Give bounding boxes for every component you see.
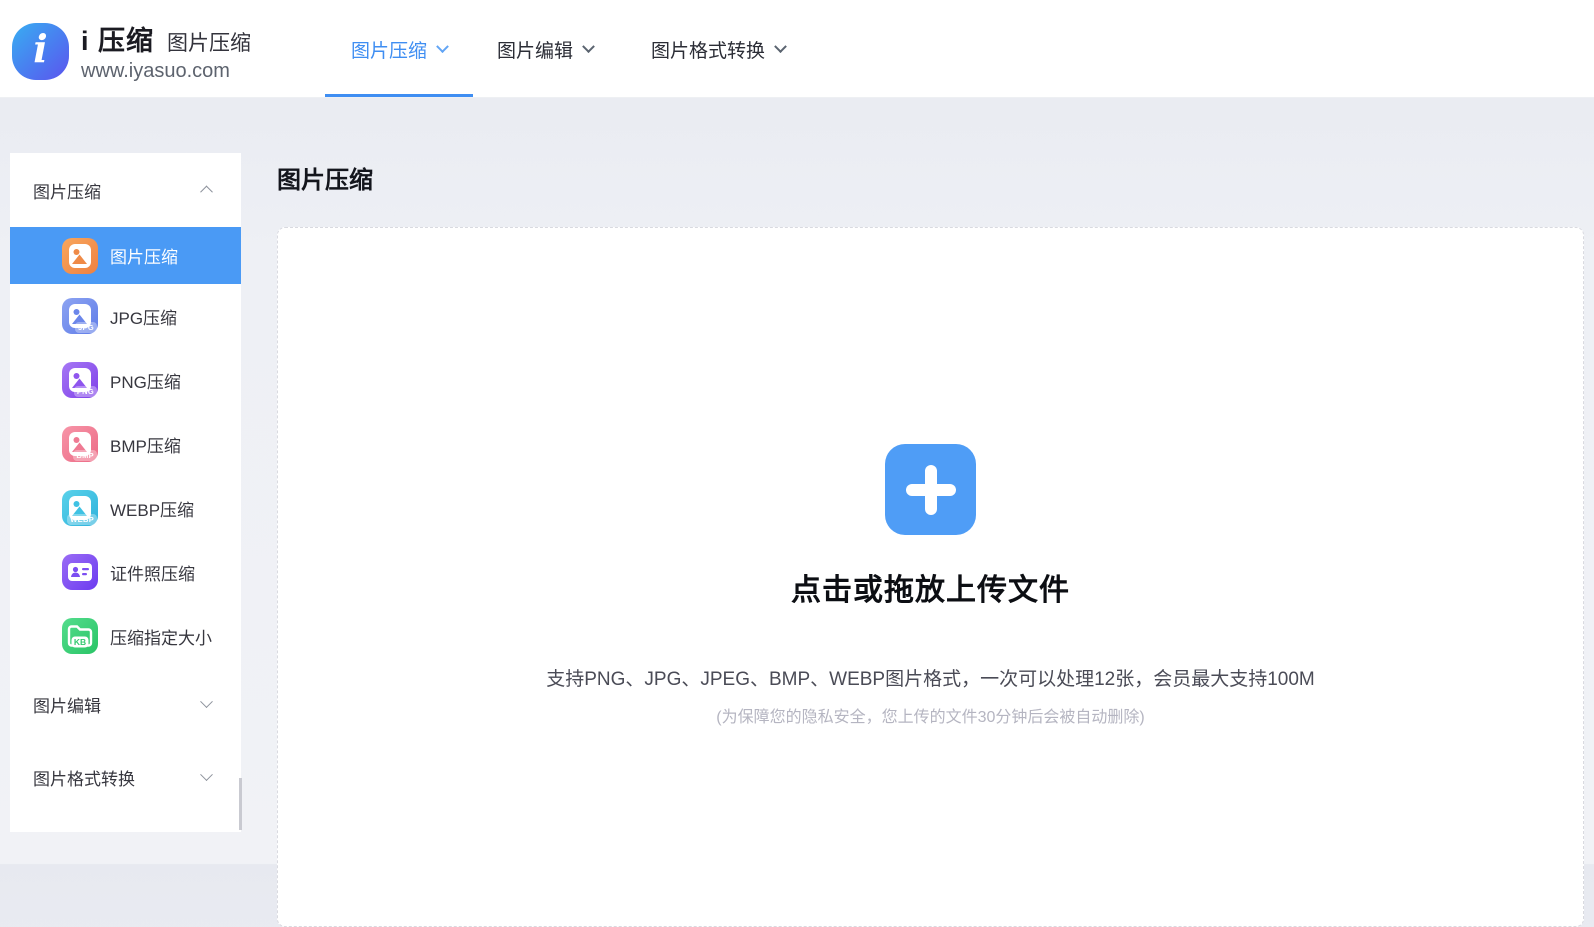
sidebar-item-label: BMP压缩 <box>110 432 181 457</box>
sidebar-item-label: JPG压缩 <box>110 304 177 329</box>
bmp-compress-icon: BMP <box>62 426 98 462</box>
sidebar-item-bmp-compress[interactable]: BMP BMP压缩 <box>10 412 241 476</box>
sidebar-item-label: 证件照压缩 <box>110 560 195 585</box>
icon-format-badge: BMP <box>73 450 97 462</box>
sidebar-item-label: 压缩指定大小 <box>110 624 212 649</box>
active-tab-underline <box>325 94 473 97</box>
sidebar-item-id-photo-compress[interactable]: 证件照压缩 <box>10 540 241 604</box>
add-files-button[interactable] <box>885 444 976 535</box>
svg-text:KB: KB <box>74 637 86 647</box>
icon-format-badge: WEBP <box>67 514 97 526</box>
top-header: i i 压缩 图片压缩 www.iyasuo.com 图片压缩 图片编辑 图片格… <box>0 0 1594 98</box>
brand-logo[interactable]: i i 压缩 图片压缩 www.iyasuo.com <box>12 19 251 83</box>
sidebar: 图片压缩 图片压缩 JPG JPG压缩 <box>10 153 241 832</box>
logo-letter: i <box>33 30 47 68</box>
chevron-up-icon <box>200 185 213 198</box>
nav-tab-image-edit[interactable]: 图片编辑 <box>473 0 617 98</box>
upload-headline: 点击或拖放上传文件 <box>791 565 1070 609</box>
chevron-down-icon <box>436 40 449 53</box>
sidebar-item-label: 图片压缩 <box>110 243 178 268</box>
page-title: 图片压缩 <box>277 160 373 195</box>
sidebar-item-label: WEBP压缩 <box>110 496 194 521</box>
sidebar-group-label: 图片编辑 <box>33 692 101 717</box>
sidebar-group-label: 图片压缩 <box>33 178 101 203</box>
sidebar-item-image-compress[interactable]: 图片压缩 <box>10 227 241 284</box>
sidebar-item-size-target-compress[interactable]: KB 压缩指定大小 <box>10 604 241 668</box>
sidebar-group-label: 图片格式转换 <box>33 765 135 790</box>
nav-tab-label: 图片编辑 <box>497 36 573 63</box>
nav-tab-format-convert[interactable]: 图片格式转换 <box>627 0 809 98</box>
sidebar-item-label: PNG压缩 <box>110 368 181 393</box>
image-compress-icon <box>62 238 98 274</box>
sidebar-group-format-convert[interactable]: 图片格式转换 <box>10 741 241 814</box>
size-target-compress-icon: KB <box>62 618 98 654</box>
sidebar-item-jpg-compress[interactable]: JPG JPG压缩 <box>10 284 241 348</box>
sidebar-item-webp-compress[interactable]: WEBP WEBP压缩 <box>10 476 241 540</box>
brand-text: i 压缩 图片压缩 www.iyasuo.com <box>81 19 251 83</box>
nav-tab-label: 图片压缩 <box>351 36 427 63</box>
webp-compress-icon: WEBP <box>62 490 98 526</box>
id-photo-compress-icon <box>62 554 98 590</box>
sidebar-scrollbar-thumb[interactable] <box>239 778 242 830</box>
brand-url: www.iyasuo.com <box>81 60 251 83</box>
sidebar-group-image-compress[interactable]: 图片压缩 <box>10 153 241 227</box>
icon-format-badge: JPG <box>75 322 97 334</box>
logo-icon: i <box>12 23 69 80</box>
chevron-down-icon <box>200 768 213 781</box>
brand-subtitle: 图片压缩 <box>167 27 251 57</box>
main-nav: 图片压缩 图片编辑 图片格式转换 <box>325 0 809 98</box>
sidebar-group-image-edit[interactable]: 图片编辑 <box>10 668 241 741</box>
upload-dropzone[interactable]: 点击或拖放上传文件 支持PNG、JPG、JPEG、BMP、WEBP图片格式，一次… <box>277 227 1584 927</box>
icon-format-badge: PNG <box>74 386 97 398</box>
sidebar-item-png-compress[interactable]: PNG PNG压缩 <box>10 348 241 412</box>
chevron-down-icon <box>200 695 213 708</box>
upload-privacy-text: (为保障您的隐私安全，您上传的文件30分钟后会被自动删除) <box>716 703 1144 727</box>
png-compress-icon: PNG <box>62 362 98 398</box>
nav-tab-image-compress[interactable]: 图片压缩 <box>325 0 473 98</box>
brand-name: i 压缩 <box>81 19 154 58</box>
upload-support-text: 支持PNG、JPG、JPEG、BMP、WEBP图片格式，一次可以处理12张，会员… <box>546 664 1315 691</box>
chevron-down-icon <box>582 40 595 53</box>
jpg-compress-icon: JPG <box>62 298 98 334</box>
nav-tab-label: 图片格式转换 <box>651 36 765 63</box>
chevron-down-icon <box>774 40 787 53</box>
